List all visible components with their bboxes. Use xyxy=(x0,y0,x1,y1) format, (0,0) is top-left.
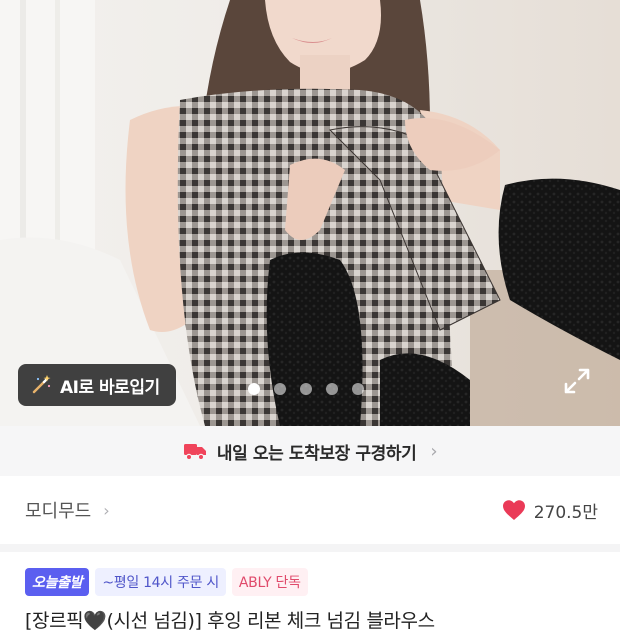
ai-try-on-label: AI로 바로입기 xyxy=(60,377,160,398)
carousel-dot-active[interactable] xyxy=(248,383,260,395)
delivery-guarantee-banner[interactable]: 내일 오는 도착보장 구경하기 › xyxy=(0,426,620,476)
brand-name: 모디무드 xyxy=(25,501,92,522)
like-count: 270.5만 xyxy=(533,502,598,523)
badge-list: 오늘출발 ~평일 14시 주문 시 ABLY 단독 xyxy=(25,568,308,596)
chevron-right-icon: › xyxy=(430,440,438,462)
order-cutoff-badge: ~평일 14시 주문 시 xyxy=(95,568,226,596)
like-button[interactable]: 270.5만 xyxy=(502,498,598,523)
brand-row: 모디무드 › 270.5만 xyxy=(0,476,620,552)
truck-icon xyxy=(183,444,206,461)
product-image[interactable]: AI로 바로입기 xyxy=(0,0,620,426)
carousel-dot[interactable] xyxy=(326,383,338,395)
brand-link[interactable]: 모디무드 › xyxy=(25,497,110,523)
chevron-right-icon: › xyxy=(103,500,110,520)
magic-wand-icon xyxy=(32,375,51,394)
carousel-dot[interactable] xyxy=(300,383,312,395)
same-day-shipping-badge: 오늘출발 xyxy=(25,568,90,596)
heart-icon xyxy=(502,500,525,520)
expand-icon[interactable] xyxy=(562,366,592,396)
ai-try-on-button[interactable]: AI로 바로입기 xyxy=(18,364,176,406)
carousel-dot[interactable] xyxy=(274,383,286,395)
product-photo xyxy=(0,0,620,426)
carousel-indicator xyxy=(248,383,364,395)
delivery-label: 내일 오는 도착보장 구경하기 xyxy=(216,443,417,464)
exclusive-badge: ABLY 단독 xyxy=(231,568,308,596)
carousel-dot[interactable] xyxy=(352,383,364,395)
